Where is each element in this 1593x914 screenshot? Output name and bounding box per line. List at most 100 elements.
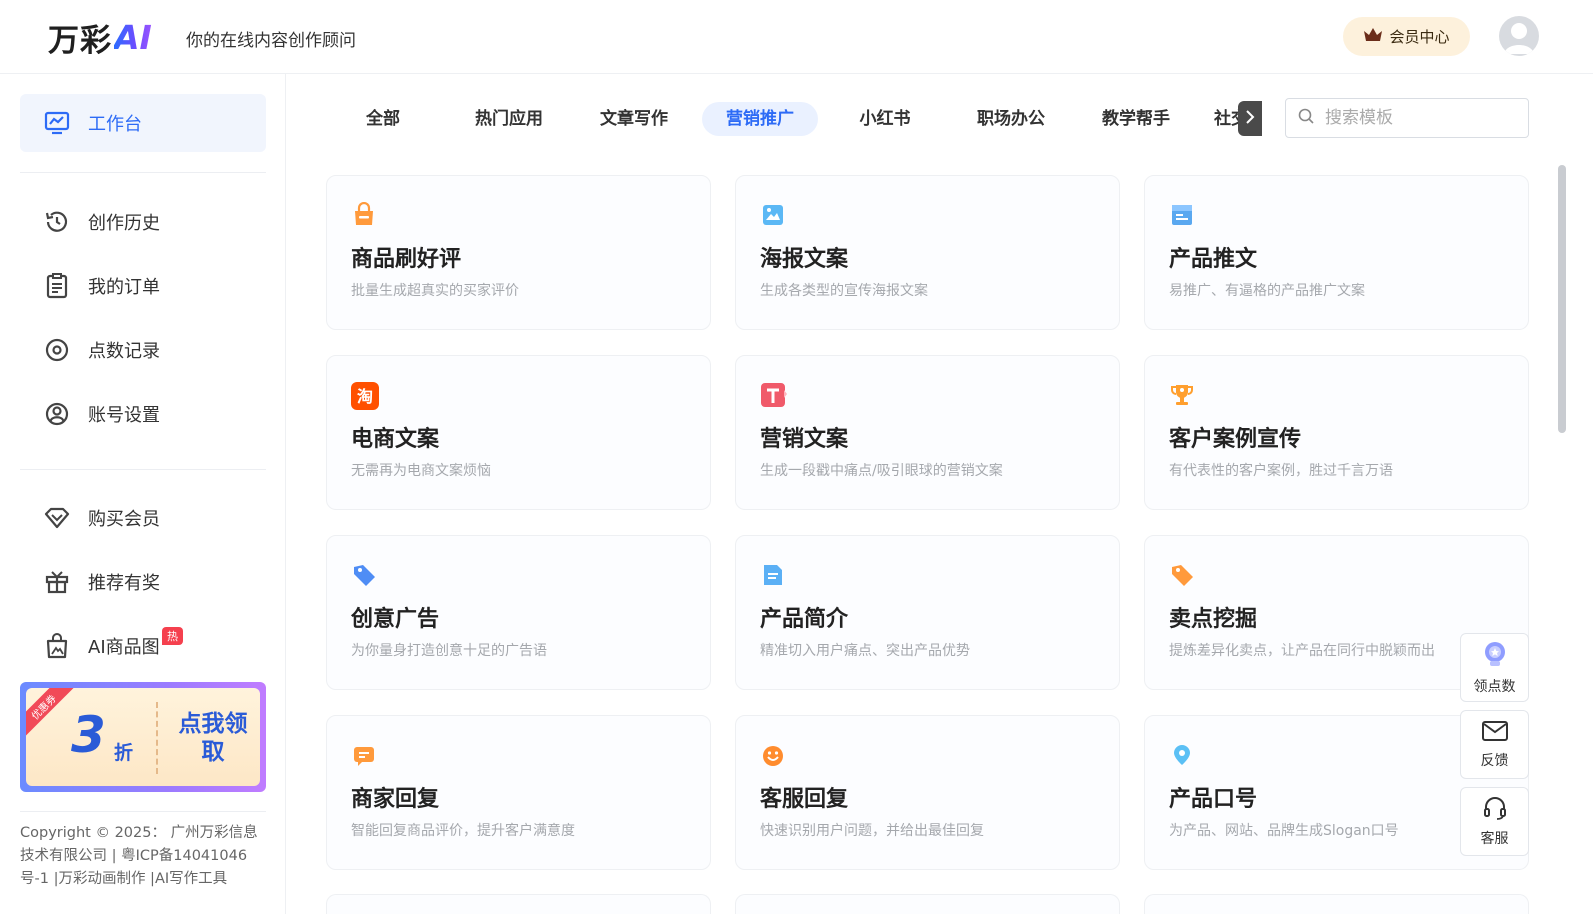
card-title: 产品口号 [1169, 787, 1258, 812]
card-title: 产品简介 [760, 607, 849, 632]
tab-marketing[interactable]: 营销推广 [702, 102, 818, 136]
vip-center-button[interactable]: 会员中心 [1343, 17, 1470, 56]
card-description: 有代表性的客户案例，胜过千言万语 [1169, 463, 1393, 479]
discount-coupon-banner[interactable]: 优惠券 3 折 点我领取 [20, 682, 266, 792]
tag-blue-icon [351, 562, 377, 588]
template-card-partial[interactable] [735, 894, 1120, 914]
coupon-separator [156, 702, 158, 774]
product-image-icon [44, 633, 70, 659]
template-card[interactable]: 客户案例宣传 有代表性的客户案例，胜过千言万语 [1144, 355, 1529, 510]
sidebar-item-referral[interactable]: 推荐有奖 [20, 553, 266, 611]
card-description: 易推广、有逼格的产品推广文案 [1169, 283, 1365, 299]
sidebar-item-label: 我的订单 [88, 277, 160, 298]
card-description: 快速识别用户问题，并给出最佳回复 [760, 823, 984, 839]
claim-points-button[interactable]: 领点数 [1460, 633, 1529, 702]
dashboard-icon [44, 110, 70, 136]
chat-icon [351, 742, 377, 768]
card-title: 客服回复 [760, 787, 849, 812]
account-icon [44, 401, 70, 427]
document-icon [760, 562, 786, 588]
taobao-icon: 淘 [351, 382, 379, 410]
card-description: 生成一段戳中痛点/吸引眼球的营销文案 [760, 463, 1003, 479]
card-title: 产品推文 [1169, 247, 1258, 272]
user-avatar[interactable] [1499, 16, 1539, 56]
mail-icon [1481, 720, 1509, 746]
crown-icon [1363, 27, 1383, 47]
template-card[interactable]: 产品简介 精准切入用户痛点、突出产品优势 [735, 535, 1120, 690]
claim-points-label: 领点数 [1473, 678, 1516, 695]
tab-all[interactable]: 全部 [335, 102, 431, 136]
tab-xiaohongshu[interactable]: 小红书 [837, 102, 933, 136]
text-t-icon [760, 382, 787, 408]
template-card-partial[interactable] [1144, 894, 1529, 914]
logo-ai-text: AI [114, 17, 152, 57]
logo-text: 万彩 [48, 22, 112, 59]
top-header: 万彩 AI 你的在线内容创作顾问 会员中心 [0, 0, 1593, 74]
sidebar-item-points[interactable]: 点数记录 [20, 321, 266, 379]
template-card[interactable]: 商家回复 智能回复商品评价，提升客户满意度 [326, 715, 711, 870]
card-description: 为你量身打造创意十足的广告语 [351, 643, 547, 659]
sidebar-item-orders[interactable]: 我的订单 [20, 257, 266, 315]
tab-office[interactable]: 职场办公 [963, 102, 1059, 136]
card-description: 批量生成超真实的买家评价 [351, 283, 519, 299]
template-card[interactable]: 淘 电商文案 无需再为电商文案烦恼 [326, 355, 711, 510]
sidebar-divider [20, 469, 266, 470]
gift-icon [44, 569, 70, 595]
site-tagline: 你的在线内容创作顾问 [186, 31, 356, 51]
sidebar-divider [20, 172, 266, 173]
search-icon [1298, 108, 1315, 129]
category-tabs: 全部 热门应用 文章写作 营销推广 小红书 职场办公 教学帮手 社交 [320, 99, 1262, 139]
sidebar-item-label: 工作台 [88, 114, 142, 135]
customer-service-button[interactable]: 客服 [1460, 787, 1529, 856]
card-title: 营销文案 [760, 427, 849, 452]
sidebar-item-history[interactable]: 创作历史 [20, 193, 266, 251]
sidebar-item-buy-vip[interactable]: 购买会员 [20, 489, 266, 547]
tag-orange-icon [1169, 562, 1195, 588]
template-card[interactable]: 产品推文 易推广、有逼格的产品推广文案 [1144, 175, 1529, 330]
card-title: 创意广告 [351, 607, 440, 632]
card-title: 海报文案 [760, 247, 849, 272]
sidebar-item-label: 创作历史 [88, 213, 160, 234]
card-description: 精准切入用户痛点、突出产品优势 [760, 643, 970, 659]
template-card[interactable]: 创意广告 为你量身打造创意十足的广告语 [326, 535, 711, 690]
sidebar-item-account[interactable]: 账号设置 [20, 385, 266, 443]
card-description: 为产品、网站、品牌生成Slogan口号 [1169, 823, 1399, 839]
sidebar-item-label: 点数记录 [88, 341, 160, 362]
scrollbar-thumb[interactable] [1558, 165, 1566, 433]
template-card[interactable]: 海报文案 生成各类型的宣传海报文案 [735, 175, 1120, 330]
card-title: 商品刷好评 [351, 247, 462, 272]
sidebar-item-workbench[interactable]: 工作台 [20, 94, 266, 152]
feedback-button[interactable]: 反馈 [1460, 710, 1529, 779]
card-title: 卖点挖掘 [1169, 607, 1258, 632]
sidebar-divider [20, 811, 266, 812]
card-description: 无需再为电商文案烦恼 [351, 463, 491, 479]
tab-teaching[interactable]: 教学帮手 [1088, 102, 1184, 136]
location-icon [1169, 742, 1195, 768]
card-description: 智能回复商品评价，提升客户满意度 [351, 823, 575, 839]
shopping-bag-icon [351, 201, 377, 228]
product-post-icon [1169, 202, 1195, 228]
coupon-ribbon: 优惠券 [26, 688, 74, 738]
headset-icon [1482, 796, 1508, 824]
template-card[interactable]: 营销文案 生成一段戳中痛点/吸引眼球的营销文案 [735, 355, 1120, 510]
coupon-body: 优惠券 3 折 点我领取 [26, 688, 260, 786]
card-title: 客户案例宣传 [1169, 427, 1302, 452]
template-card[interactable]: 客服回复 快速识别用户问题，并给出最佳回复 [735, 715, 1120, 870]
smile-icon [760, 742, 786, 768]
sidebar-item-ai-product-image[interactable]: AI商品图 [20, 617, 266, 675]
points-icon [44, 337, 70, 363]
tab-article-writing[interactable]: 文章写作 [586, 102, 682, 136]
discount-unit: 折 [114, 742, 134, 764]
history-icon [44, 209, 70, 235]
feedback-label: 反馈 [1480, 752, 1509, 769]
tab-hot-apps[interactable]: 热门应用 [461, 102, 557, 136]
tabs-scroll-right-button[interactable] [1238, 101, 1262, 136]
sidebar-item-label: 账号设置 [88, 405, 160, 426]
template-card-partial[interactable] [326, 894, 711, 914]
diamond-icon [44, 505, 70, 531]
claim-coupon-text: 点我领取 [178, 711, 248, 765]
template-card[interactable]: 商品刷好评 批量生成超真实的买家评价 [326, 175, 711, 330]
search-input[interactable] [1325, 108, 1515, 128]
brand-logo[interactable]: 万彩 AI [48, 17, 152, 59]
svg-text:淘: 淘 [357, 387, 373, 406]
